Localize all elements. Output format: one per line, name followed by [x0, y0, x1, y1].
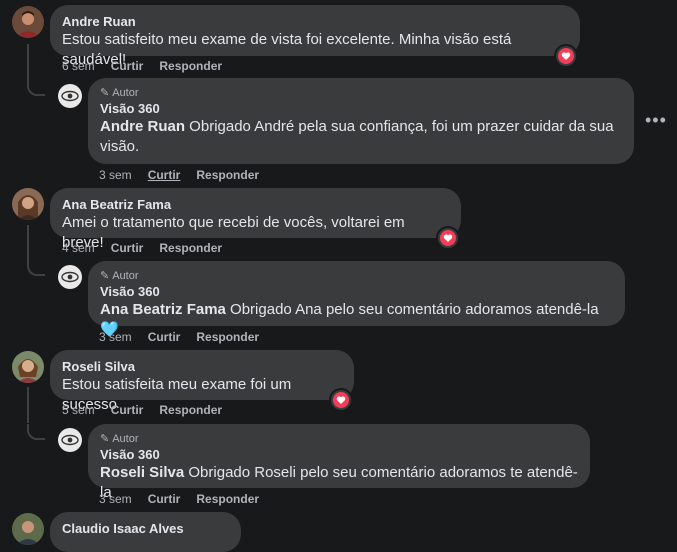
reply-actions: 3 sem Curtir Responder — [99, 492, 259, 506]
reply-author[interactable]: Visão 360 — [100, 446, 578, 463]
like-button[interactable]: Curtir — [148, 492, 181, 506]
more-options-icon[interactable]: ••• — [645, 110, 667, 131]
reply-bubble: ✎ Autor Visão 360 Roseli Silva Obrigado … — [88, 424, 590, 501]
reply-button[interactable]: Responder — [159, 241, 222, 255]
reply-button[interactable]: Responder — [196, 168, 259, 182]
thread-line — [27, 44, 29, 80]
reply-button[interactable]: Responder — [159, 59, 222, 73]
like-button[interactable]: Curtir — [148, 168, 181, 182]
avatar[interactable] — [12, 351, 44, 383]
reply-time[interactable]: 3 sem — [99, 168, 132, 182]
heart-reaction[interactable] — [331, 390, 351, 410]
reply-button[interactable]: Responder — [196, 330, 259, 344]
thread-connector — [27, 424, 45, 440]
heart-icon — [440, 230, 456, 246]
mention-link[interactable]: Ana Beatriz Fama — [100, 301, 226, 318]
reply-text: Andre Ruan Obrigado André pela sua confi… — [100, 118, 614, 155]
page-avatar[interactable] — [58, 84, 82, 108]
comment-bubble: Andre Ruan Estou satisfeito meu exame de… — [50, 5, 580, 68]
author-badge: ✎ Autor — [100, 270, 139, 282]
reply-author[interactable]: Visão 360 — [100, 100, 622, 117]
reply-bubble: ✎ Autor Visão 360 Ana Beatriz Fama Obrig… — [88, 261, 625, 338]
thread-line — [27, 387, 29, 423]
pencil-icon: ✎ — [100, 433, 110, 445]
heart-reaction[interactable] — [438, 228, 458, 248]
avatar[interactable] — [12, 6, 44, 38]
comment-bubble: Ana Beatriz Fama Amei o tratamento que r… — [50, 188, 461, 251]
comment-actions: 5 sem Curtir Responder — [62, 403, 222, 417]
reply-button[interactable]: Responder — [159, 403, 222, 417]
reply-time[interactable]: 3 sem — [99, 492, 132, 506]
like-button[interactable]: Curtir — [111, 59, 144, 73]
reply-author[interactable]: Visão 360 — [100, 283, 613, 300]
author-badge: ✎ Autor — [100, 87, 139, 99]
comment-author[interactable]: Roseli Silva — [62, 358, 342, 375]
reply-button[interactable]: Responder — [196, 492, 259, 506]
like-button[interactable]: Curtir — [111, 241, 144, 255]
reply-bubble: ✎ Autor Visão 360 Andre Ruan Obrigado An… — [88, 78, 634, 164]
comment-actions: 6 sem Curtir Responder — [62, 59, 222, 73]
comment-author[interactable]: Claudio Isaac Alves — [62, 520, 229, 537]
comment-time[interactable]: 4 sem — [62, 241, 95, 255]
comment-author[interactable]: Andre Ruan — [62, 13, 568, 30]
comment-time[interactable]: 6 sem — [62, 59, 95, 73]
comment-bubble: Claudio Isaac Alves — [50, 512, 241, 552]
page-avatar[interactable] — [58, 428, 82, 452]
pencil-icon: ✎ — [100, 87, 110, 99]
author-badge: ✎ Autor — [100, 433, 139, 445]
heart-icon — [333, 392, 349, 408]
like-button[interactable]: Curtir — [111, 403, 144, 417]
page-avatar[interactable] — [58, 265, 82, 289]
avatar[interactable] — [12, 513, 44, 545]
mention-link[interactable]: Roseli Silva — [100, 464, 184, 481]
thread-connector — [27, 260, 45, 276]
comment-bubble: Roseli Silva Estou satisfeita meu exame … — [50, 350, 354, 413]
comment-actions: 4 sem Curtir Responder — [62, 241, 222, 255]
thread-line — [27, 225, 29, 261]
like-button[interactable]: Curtir — [148, 330, 181, 344]
comment-time[interactable]: 5 sem — [62, 403, 95, 417]
heart-reaction[interactable] — [556, 46, 576, 66]
heart-icon — [558, 48, 574, 64]
comment-author[interactable]: Ana Beatriz Fama — [62, 196, 449, 213]
comment-thread: Andre Ruan Estou satisfeito meu exame de… — [0, 0, 677, 552]
mention-link[interactable]: Andre Ruan — [100, 118, 185, 135]
reply-actions: 3 sem Curtir Responder — [99, 330, 259, 344]
pencil-icon: ✎ — [100, 270, 110, 282]
reply-time[interactable]: 3 sem — [99, 330, 132, 344]
reply-actions: 3 sem Curtir Responder — [99, 168, 259, 182]
avatar[interactable] — [12, 188, 44, 220]
thread-connector — [27, 80, 45, 96]
